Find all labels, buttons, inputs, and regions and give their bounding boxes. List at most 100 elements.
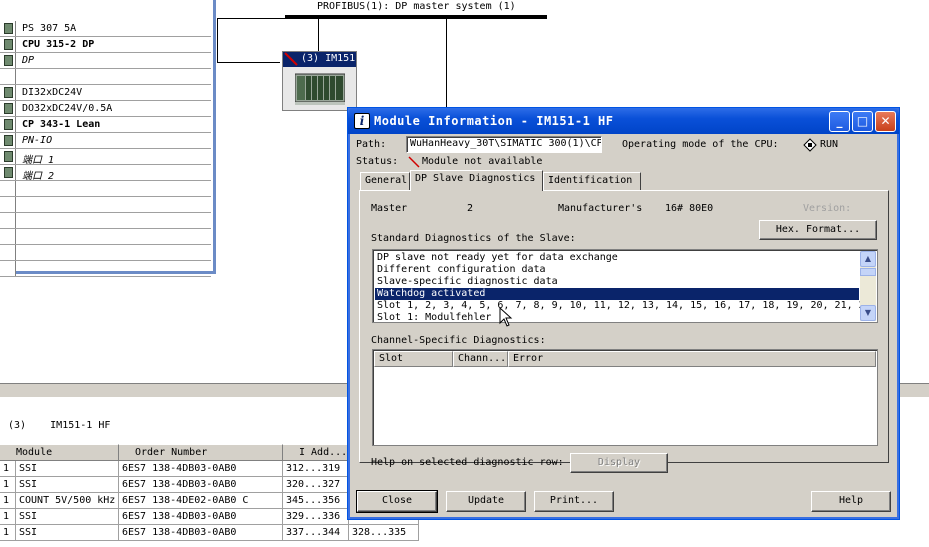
row-module[interactable]: SSI xyxy=(16,509,119,525)
module-icon xyxy=(4,135,13,146)
path-field[interactable]: WuHanHeavy_30T\SIMATIC 300(1)\CP xyxy=(406,136,602,153)
rack-slot-cell xyxy=(0,69,16,84)
hex-format-button[interactable]: Hex. Format... xyxy=(759,220,877,240)
rack-slot-cell xyxy=(0,197,16,212)
dialog-titlebar[interactable]: i Module Information - IM151-1 HF _ □ ✕ xyxy=(348,108,899,134)
module-information-dialog: i Module Information - IM151-1 HF _ □ ✕ … xyxy=(347,107,900,520)
col-module[interactable]: Module xyxy=(0,444,119,461)
rack-row[interactable] xyxy=(0,181,211,197)
diag-list-item[interactable]: DP slave not ready yet for data exchange xyxy=(375,252,859,264)
row-i-address[interactable]: 329...336 xyxy=(283,509,349,525)
mouse-cursor-icon xyxy=(499,307,513,327)
rack-row-label: CPU 315-2 DP xyxy=(22,39,95,50)
scroll-down-arrow-icon[interactable]: ▼ xyxy=(860,305,876,321)
bus-drop-line xyxy=(318,18,319,52)
tab-general[interactable]: General xyxy=(360,172,410,190)
rack-row[interactable]: PS 307 5A xyxy=(0,21,211,37)
diag-list-item[interactable]: Slot 1, 2, 3, 4, 5, 6, 7, 8, 9, 10, 11, … xyxy=(375,300,865,312)
row-order-number[interactable]: 6ES7 138-4DB03-0AB0 xyxy=(119,525,283,541)
col-error[interactable]: Error xyxy=(508,351,876,367)
rack-row[interactable]: DI32xDC24V xyxy=(0,85,211,101)
run-mode-icon xyxy=(803,138,817,152)
help-button[interactable]: Help xyxy=(811,491,891,512)
row-slot[interactable]: 1 xyxy=(0,493,16,509)
row-order-number[interactable]: 6ES7 138-4DB03-0AB0 xyxy=(119,509,283,525)
dialog-title: Module Information - IM151-1 HF xyxy=(374,114,614,128)
rack-row[interactable]: DO32xDC24V/0.5A xyxy=(0,101,211,117)
col-error-label: Error xyxy=(513,353,544,364)
rack-row-label: DI32xDC24V xyxy=(22,87,83,98)
row-order-number[interactable]: 6ES7 138-4DB03-0AB0 xyxy=(119,461,283,477)
maximize-button[interactable]: □ xyxy=(852,111,873,132)
scroll-up-arrow-icon[interactable]: ▲ xyxy=(860,251,876,267)
rack-slot-cell xyxy=(0,245,16,260)
profibus-line[interactable] xyxy=(285,15,547,18)
row-i-address[interactable]: 345...356 xyxy=(283,493,349,509)
module-icon xyxy=(4,103,13,114)
module-icon xyxy=(4,151,13,162)
minimize-button[interactable]: _ xyxy=(829,111,850,132)
channel-diagnostics-table[interactable]: Slot Chann... Error xyxy=(372,349,878,446)
diag-list-item[interactable]: Different configuration data xyxy=(375,264,859,276)
rack-row[interactable] xyxy=(0,213,211,229)
row-slot[interactable]: 1 xyxy=(0,509,16,525)
diag-list-item[interactable]: Watchdog activated xyxy=(375,288,859,300)
rack-row[interactable] xyxy=(0,197,211,213)
rack-row[interactable]: DP xyxy=(0,53,211,69)
row-module[interactable]: COUNT 5V/500 kHz xyxy=(16,493,119,509)
col-channel[interactable]: Chann... xyxy=(453,351,508,367)
rack-slot-cell xyxy=(0,133,16,148)
module-icon xyxy=(4,23,13,34)
col-module-label: Module xyxy=(16,447,53,458)
row-order-number[interactable]: 6ES7 138-4DE02-0AB0 C xyxy=(119,493,283,509)
row-module[interactable]: SSI xyxy=(16,461,119,477)
row-module[interactable]: SSI xyxy=(16,477,119,493)
row-slot[interactable]: 1 xyxy=(0,525,16,541)
bus-connector xyxy=(217,18,218,63)
rack-slot-cell xyxy=(0,181,16,196)
update-button[interactable]: Update xyxy=(446,491,526,512)
close-window-button[interactable]: ✕ xyxy=(875,111,896,132)
rack-table: PS 307 5A CPU 315-2 DP DP DI32xDC24V DO32xDC… xyxy=(0,0,216,277)
print-button[interactable]: Print... xyxy=(534,491,614,512)
col-slot[interactable]: Slot xyxy=(374,351,453,367)
rack-row[interactable]: 端口 1 xyxy=(0,149,211,166)
row-slot[interactable]: 1 xyxy=(0,461,16,477)
diag-list-item[interactable]: Slot 1: Modulfehler xyxy=(375,312,859,322)
row-i-address[interactable]: 312...319 xyxy=(283,461,349,477)
rack-row[interactable] xyxy=(0,245,211,261)
rack-slot-cell xyxy=(0,213,16,228)
rack-row[interactable]: CPU 315-2 DP xyxy=(0,37,211,53)
rack-row[interactable]: CP 343-1 Lean xyxy=(0,117,211,133)
row-module[interactable]: SSI xyxy=(16,525,119,541)
profibus-label[interactable]: PROFIBUS(1): DP master system (1) xyxy=(315,1,518,12)
display-button[interactable]: Display xyxy=(570,453,668,473)
operating-mode-label: Operating mode of the CPU: xyxy=(622,139,779,150)
rack-row[interactable] xyxy=(0,261,211,277)
row-i-address[interactable]: 320...327 xyxy=(283,477,349,493)
rack-row[interactable] xyxy=(0,229,211,245)
path-label: Path: xyxy=(356,139,387,150)
diag-list-item[interactable]: Slave-specific diagnostic data xyxy=(375,276,859,288)
module-icon xyxy=(4,87,13,98)
tab-identification[interactable]: Identification xyxy=(543,172,641,190)
rack-row-label: DO32xDC24V/0.5A xyxy=(22,103,113,114)
col-i-address[interactable]: I Add... xyxy=(283,444,349,461)
tab-dp-slave-diagnostics[interactable]: DP Slave Diagnostics xyxy=(410,170,543,191)
rack-slot-cell xyxy=(0,53,16,68)
close-button[interactable]: Close xyxy=(356,490,438,513)
standard-diagnostics-list[interactable]: Slot 1: Modulfehler Slot 1, 2, 3, 4, 5, 6… xyxy=(372,249,878,323)
rack-row[interactable] xyxy=(0,69,211,85)
rack-row[interactable]: PN-IO xyxy=(0,133,211,149)
col-order-number[interactable]: Order Number xyxy=(119,444,283,461)
row-order-number[interactable]: 6ES7 138-4DB03-0AB0 xyxy=(119,477,283,493)
row-i-address[interactable]: 337...344 xyxy=(283,525,349,541)
rack-row[interactable]: 端口 2 xyxy=(0,165,211,182)
master-label: Master xyxy=(371,203,408,214)
row-extra[interactable]: 328...335 xyxy=(349,525,419,541)
module-station-icon xyxy=(295,73,345,105)
row-slot[interactable]: 1 xyxy=(0,477,16,493)
rack-row-label: PN-IO xyxy=(22,135,53,146)
scroll-thumb[interactable] xyxy=(860,268,876,276)
list-scrollbar[interactable]: ▲ ▼ xyxy=(860,251,876,321)
